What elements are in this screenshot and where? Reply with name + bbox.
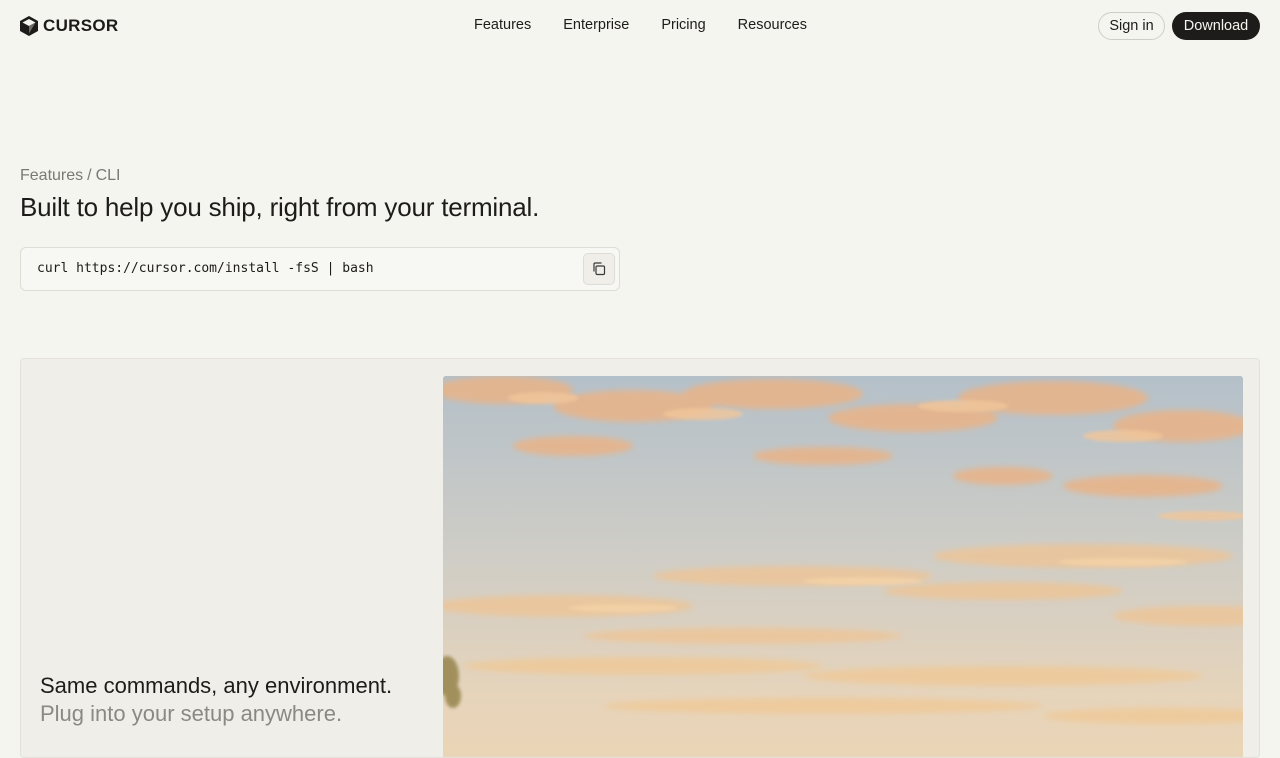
page-title: Built to help you ship, right from your … [20,192,540,222]
site-header: CURSOR Features Enterprise Pricing Resou… [0,0,1280,52]
brand-name: CURSOR [43,16,119,35]
feature-title: Same commands, any environment. [40,673,393,698]
main-nav: Features Enterprise Pricing Resources [474,16,807,34]
breadcrumb-current: CLI [95,167,121,184]
nav-features[interactable]: Features [474,16,531,34]
copy-command-button[interactable] [583,253,615,285]
cursor-logo[interactable]: CURSOR [19,14,118,38]
nav-enterprise[interactable]: Enterprise [563,16,629,34]
copy-icon [593,262,606,276]
feature-subtitle: Plug into your setup anywhere. [40,701,343,726]
breadcrumb-separator: / [87,167,92,184]
breadcrumb-features-link[interactable]: Features [20,167,83,184]
sunset-sky-image [443,376,1243,757]
sign-in-button[interactable]: Sign in [1098,12,1165,40]
sky-painting [443,376,1243,757]
download-button[interactable]: Download [1172,12,1260,40]
install-command-box: curl https://cursor.com/install -fsS | b… [20,247,620,291]
install-command[interactable]: curl https://cursor.com/install -fsS | b… [37,260,374,278]
feature-card: Same commands, any environment. Plug int… [20,358,1260,758]
nav-pricing[interactable]: Pricing [661,16,705,34]
breadcrumb: Features / CLI [20,166,121,186]
nav-resources[interactable]: Resources [738,16,807,34]
cursor-cube-icon [20,16,38,36]
